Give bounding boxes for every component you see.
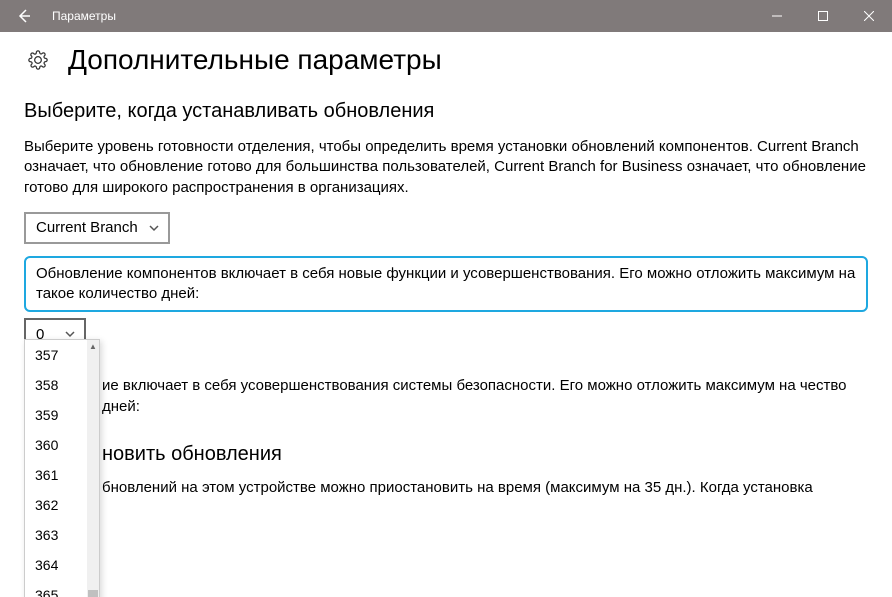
maximize-icon <box>818 11 828 21</box>
dropdown-option[interactable]: 364 <box>25 550 87 580</box>
scroll-thumb[interactable] <box>88 590 98 597</box>
close-button[interactable] <box>846 0 892 32</box>
branch-select[interactable]: Current Branch <box>24 212 170 244</box>
chevron-down-icon <box>148 222 160 234</box>
dropdown-option[interactable]: 361 <box>25 460 87 490</box>
dropdown-option[interactable]: 359 <box>25 400 87 430</box>
feature-update-defer-label: Обновление компонентов включает в себя н… <box>24 256 868 313</box>
section-heading-updates: Выберите, когда устанавливать обновления <box>24 100 868 123</box>
content-area: Дополнительные параметры Выберите, когда… <box>0 32 892 597</box>
minimize-icon <box>772 11 782 21</box>
quality-update-defer-label: ие включает в себя усовершенствования си… <box>102 376 868 417</box>
scroll-up-icon[interactable]: ▲ <box>87 340 99 352</box>
page-header: Дополнительные параметры <box>24 32 868 82</box>
titlebar: Параметры <box>0 0 892 32</box>
window-controls <box>754 0 892 32</box>
gear-icon <box>28 50 48 70</box>
back-arrow-icon <box>16 8 32 24</box>
window-title: Параметры <box>52 9 116 23</box>
dropdown-scrollbar[interactable]: ▲ <box>87 340 99 597</box>
close-icon <box>864 11 874 21</box>
feature-defer-days-dropdown[interactable]: 357 358 359 360 361 362 363 364 365 ▲ <box>24 339 100 597</box>
maximize-button[interactable] <box>800 0 846 32</box>
section-heading-pause: новить обновления <box>102 443 868 466</box>
branch-description: Выберите уровень готовности отделения, ч… <box>24 137 868 198</box>
dropdown-option[interactable]: 358 <box>25 370 87 400</box>
back-button[interactable] <box>0 0 48 32</box>
page-title: Дополнительные параметры <box>68 44 442 76</box>
dropdown-option[interactable]: 357 <box>25 340 87 370</box>
dropdown-option[interactable]: 363 <box>25 520 87 550</box>
branch-select-value: Current Branch <box>36 219 138 236</box>
dropdown-option[interactable]: 362 <box>25 490 87 520</box>
dropdown-option[interactable]: 360 <box>25 430 87 460</box>
minimize-button[interactable] <box>754 0 800 32</box>
pause-description: бновлений на этом устройстве можно приос… <box>102 478 868 498</box>
dropdown-option[interactable]: 365 <box>25 580 87 597</box>
